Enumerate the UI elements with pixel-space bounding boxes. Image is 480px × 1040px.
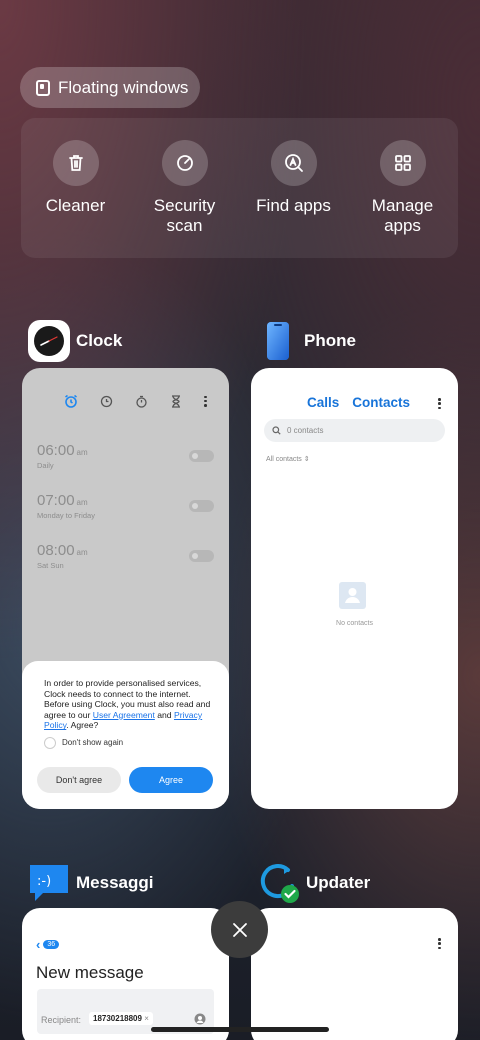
messaggi-app-title: Messaggi [76,873,154,892]
phone-app-card[interactable]: Calls Contacts 0 contacts All contacts ⇕… [251,368,458,809]
tab-calls[interactable]: Calls [307,395,339,410]
world-clock-icon[interactable] [100,395,113,408]
messaggi-app-card[interactable]: ‹ 36 New message Recipient: 18730218809 … [22,908,229,1040]
alarm-ampm: am [76,548,88,557]
svg-text::-): :-) [37,874,51,889]
filter-label: All contacts [266,456,302,463]
chevron-updown-icon: ⇕ [303,456,310,463]
recipient-chip[interactable]: 18730218809 × [89,1012,153,1025]
alarm-icon[interactable] [64,394,78,408]
checkbox-circle [44,736,56,749]
user-agreement-link[interactable]: User Agreement [93,710,155,720]
tab-contacts[interactable]: Contacts [352,395,410,410]
more-options-icon[interactable] [438,398,441,409]
alarm-row[interactable]: 06:00 am Daily [37,442,88,470]
contacts-filter-dropdown[interactable]: All contacts ⇕ [266,455,310,463]
recipient-value: 18730218809 [93,1014,142,1023]
find-apps-button[interactable]: Find apps [239,118,348,258]
timer-icon[interactable] [170,394,182,408]
dialog-text: . Agree? [66,720,99,731]
empty-contacts-icon [339,582,366,609]
chevron-left-icon: ‹ [36,937,41,952]
dont-agree-button[interactable]: Don't agree [37,767,121,793]
updater-app-title: Updater [306,873,371,892]
alarm-row[interactable]: 08:00 am Sat Sun [37,542,88,570]
alarm-repeat: Sat Sun [37,561,64,570]
clock-toolbar [64,394,207,408]
home-indicator[interactable] [151,1027,329,1032]
alarm-time: 07:00 [37,492,75,509]
floating-windows-label: Floating windows [58,77,189,97]
manage-apps-label: Manage apps [371,196,434,235]
clock-app-icon [28,320,70,362]
alarm-ampm: am [76,498,88,507]
alarm-repeat: Daily [37,461,54,470]
contact-picker-icon[interactable] [194,1013,206,1025]
clock-app-title: Clock [76,331,123,350]
phone-app-icon [262,320,294,362]
alarm-row[interactable]: 07:00 am Monday to Friday [37,492,95,520]
security-scan-label: Security scan [153,196,216,235]
unread-badge: 36 [43,940,60,949]
messaggi-app-header[interactable]: :-) Messaggi [28,862,153,904]
empty-contacts-text: No contacts [336,620,373,627]
stopwatch-icon[interactable] [135,395,148,408]
back-button[interactable]: ‹ 36 [36,937,60,952]
alarm-time: 08:00 [37,542,75,559]
internet-permission-dialog: In order to provide personalised service… [22,661,229,809]
alarm-ampm: am [76,448,88,457]
updater-app-icon [258,862,300,904]
dialog-text: and [154,709,174,720]
messaggi-app-icon: :-) [28,862,70,904]
alarm-repeat: Monday to Friday [37,511,95,520]
grid-icon [379,140,426,186]
phone-app-header[interactable]: Phone [262,320,356,362]
manage-apps-button[interactable]: Manage apps [348,118,457,258]
alarm-time: 06:00 [37,442,75,459]
clock-app-header[interactable]: Clock [28,320,122,362]
find-apps-icon [270,140,317,186]
updater-app-card[interactable] [251,908,458,1040]
agree-button[interactable]: Agree [129,767,213,793]
checkbox-label: Don't show again [62,738,124,748]
cleaner-button[interactable]: Cleaner [21,118,130,258]
phone-app-title: Phone [304,331,356,350]
recipient-label: Recipient: [41,1015,82,1025]
alarm-toggle[interactable] [189,500,214,512]
quick-tools-panel: Cleaner Security scan Find apps Manage a… [21,118,458,258]
clear-all-button[interactable] [211,901,268,958]
alarm-toggle[interactable] [189,450,214,462]
more-options-icon[interactable] [204,395,207,407]
clock-app-card[interactable]: 06:00 am Daily 07:00 am Monday to Friday 0… [22,368,229,809]
alarm-toggle[interactable] [189,550,214,562]
updater-app-header[interactable]: Updater [258,862,370,904]
search-placeholder: 0 contacts [287,426,324,435]
search-icon [272,426,281,435]
more-options-icon[interactable] [438,938,441,949]
dont-show-again-checkbox[interactable]: Don't show again [44,736,214,749]
new-message-title: New message [36,963,144,982]
contacts-search-input[interactable]: 0 contacts [264,419,445,442]
security-scan-button[interactable]: Security scan [130,118,239,258]
cleaner-label: Cleaner [45,196,106,215]
floating-window-icon [36,79,50,96]
close-icon [232,922,247,937]
remove-recipient-icon[interactable]: × [144,1014,149,1023]
dialog-message: In order to provide personalised service… [44,678,214,731]
floating-windows-button[interactable]: Floating windows [20,67,200,108]
find-apps-label: Find apps [256,196,331,215]
security-scan-icon [161,140,208,186]
trash-icon [52,140,99,186]
